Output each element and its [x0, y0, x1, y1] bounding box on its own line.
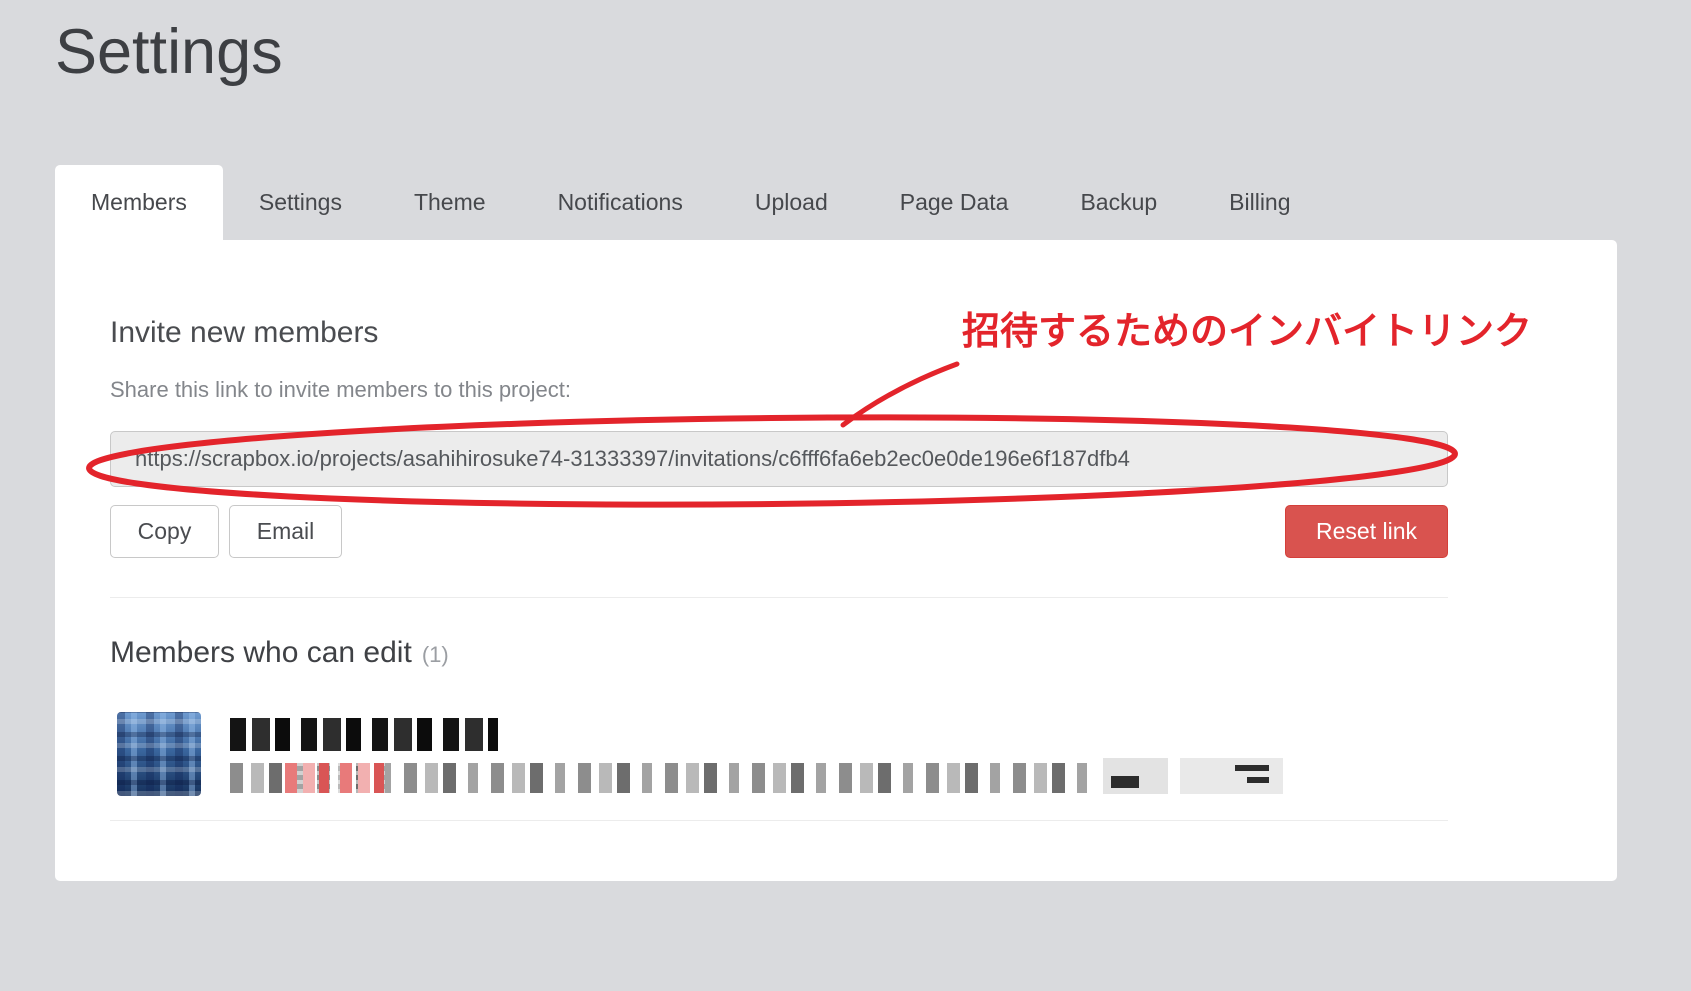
section-divider — [110, 597, 1448, 598]
members-count: (1) — [422, 642, 449, 667]
tab-settings[interactable]: Settings — [223, 165, 378, 240]
invite-link-input[interactable] — [110, 431, 1448, 487]
redacted-chip — [1180, 758, 1283, 794]
tab-notifications[interactable]: Notifications — [522, 165, 719, 240]
annotation-label: 招待するためのインバイトリンク — [962, 300, 1532, 355]
settings-page: { "page": { "title": "Settings" }, "tabs… — [0, 0, 1691, 991]
redacted-member-name — [230, 718, 498, 751]
redacted-chip — [1103, 758, 1168, 794]
page-title: Settings — [55, 16, 283, 88]
tab-theme[interactable]: Theme — [378, 165, 522, 240]
tab-billing[interactable]: Billing — [1193, 165, 1326, 240]
invite-description: Share this link to invite members to thi… — [110, 377, 571, 403]
section-divider — [110, 820, 1448, 821]
tab-backup[interactable]: Backup — [1044, 165, 1193, 240]
redacted-member-info-highlight — [285, 763, 385, 793]
members-heading: Members who can edit (1) — [110, 636, 449, 670]
members-heading-label: Members who can edit — [110, 636, 412, 669]
tab-members[interactable]: Members — [55, 165, 223, 240]
settings-tab-bar: Members Settings Theme Notifications Upl… — [55, 165, 1327, 240]
copy-button[interactable]: Copy — [110, 505, 219, 558]
member-avatar — [117, 712, 201, 796]
tab-upload[interactable]: Upload — [719, 165, 864, 240]
email-button[interactable]: Email — [229, 505, 342, 558]
reset-link-button[interactable]: Reset link — [1285, 505, 1448, 558]
tab-page-data[interactable]: Page Data — [864, 165, 1045, 240]
invite-heading: Invite new members — [110, 316, 378, 350]
